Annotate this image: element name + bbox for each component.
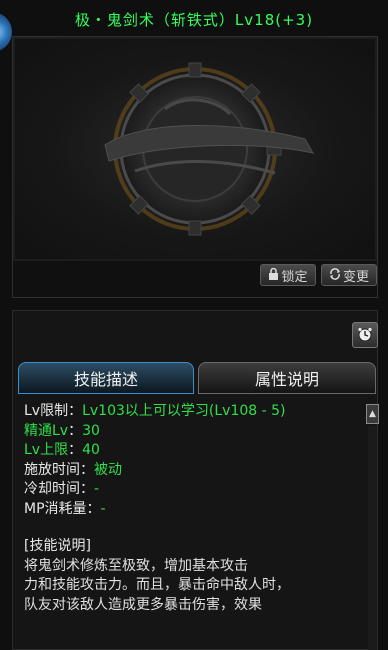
scroll-up-button[interactable]: ▲ [366,404,379,424]
stat-value: 30 [82,422,100,439]
stat-label: Lv上限 [24,442,69,458]
description-line: 队友对该敌人造成更多暴击伤害，效果 [24,596,262,613]
stat-row-lv-limit: Lv限制：Lv103以上可以学习(Lv108 - 5) [24,402,364,422]
stat-label: Lv限制 [24,403,69,419]
skill-art-panel [12,36,378,298]
skill-title: 极・鬼剑术（斩铁式）Lv18(+3) [74,10,314,29]
stat-separator: ： [68,403,83,419]
stat-row-max-level: Lv上限：40 [24,441,364,461]
stat-value: - [100,500,106,517]
stat-value: 40 [82,442,100,458]
skill-description-content: Lv限制：Lv103以上可以学习(Lv108 - 5) 精通Lv：30 Lv上限… [24,402,364,650]
description-heading: [技能说明] [24,538,91,554]
tab-attribute-info[interactable]: 属性说明 [198,362,376,394]
change-button-label: 变更 [342,269,369,285]
description-line: 将鬼剑术修炼至极致，增加基本攻击 [24,557,248,574]
description-line: 力和技能攻击力。而且，暴击命中敌人时， [24,577,290,593]
stat-separator: ： [80,481,94,497]
skill-emblem-image [15,39,375,259]
stat-row-cast-time: 施放时间：被动 [24,461,364,481]
stat-value: - [94,481,100,497]
dnf-emblem-graphic [104,62,314,236]
stat-row-cooldown: 冷却时间：- [24,480,364,500]
stat-separator: ： [80,461,94,478]
clock-button[interactable] [352,322,378,348]
lock-button[interactable]: 锁定 [260,264,316,286]
stat-separator: ： [68,422,83,439]
description-body: 将鬼剑术修炼至极致，增加基本攻击 力和技能攻击力。而且，暴击命中敌人时， 队友对… [24,557,364,616]
stat-value: 被动 [94,461,122,478]
scrollbar-track[interactable] [368,426,377,650]
tab-skill-description[interactable]: 技能描述 [18,362,194,394]
stat-row-mastery: 精通Lv：30 [24,422,364,442]
swap-icon [329,267,341,283]
change-button[interactable]: 变更 [321,264,377,286]
stat-label: 施放时间 [24,461,80,478]
lock-button-label: 锁定 [281,269,308,285]
stat-row-mp-cost: MP消耗量：- [24,500,364,520]
clock-icon [358,327,372,342]
stat-value: Lv103以上可以学习(Lv108 - 5) [82,403,286,419]
stat-label: 冷却时间 [24,481,80,497]
stat-label: 精通Lv [24,422,69,439]
stat-label: MP消耗量 [24,500,87,517]
lock-icon [268,267,279,283]
stat-separator: ： [86,500,101,517]
stat-separator: ： [68,442,83,458]
